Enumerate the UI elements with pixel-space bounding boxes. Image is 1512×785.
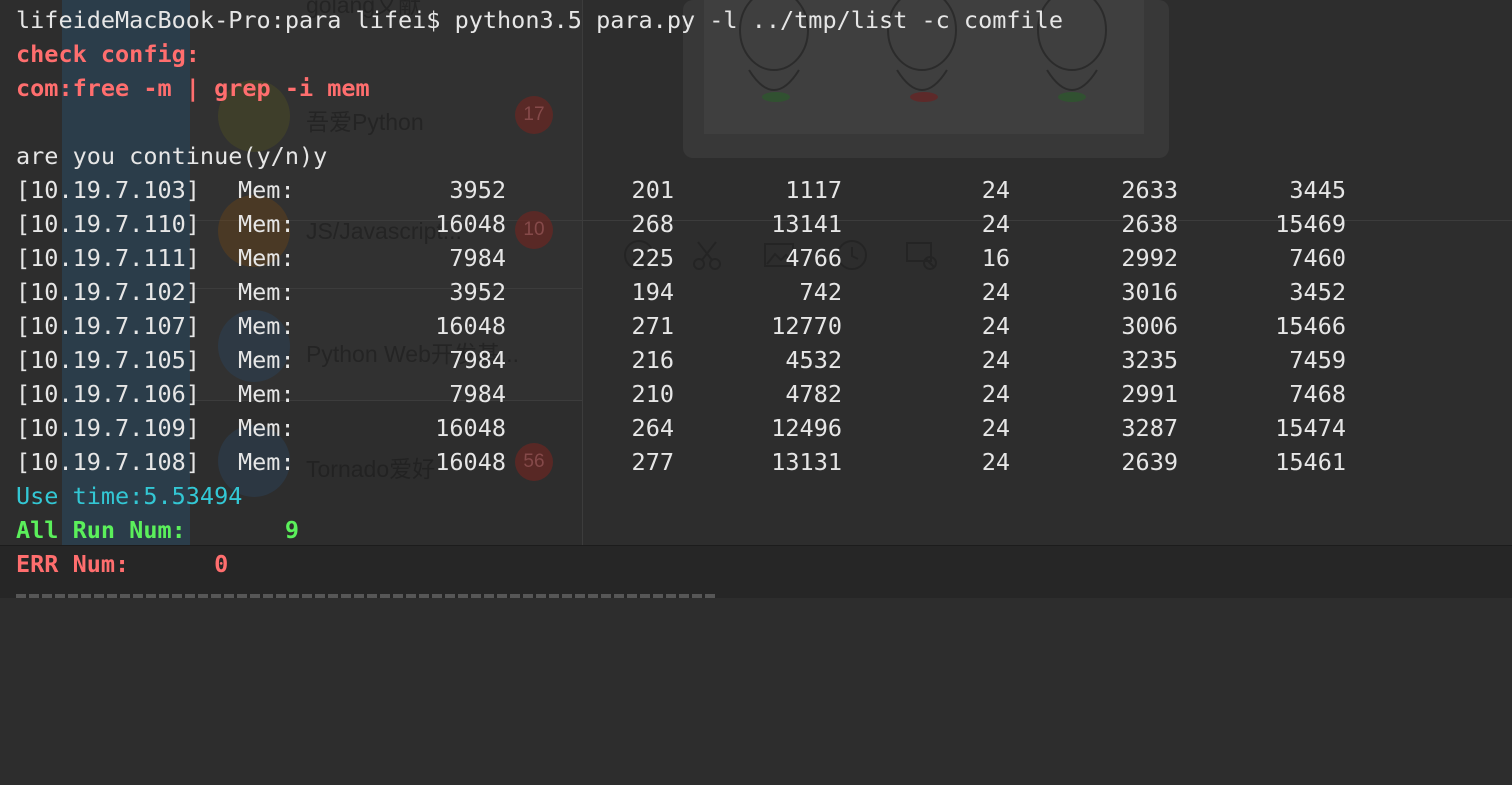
mem-free: 12770: [771, 312, 842, 340]
mem-shared: 24: [981, 448, 1010, 476]
mem-shared: 24: [981, 312, 1010, 340]
host-ip: [10.19.7.110]: [16, 210, 200, 238]
mem-used: 271: [631, 312, 674, 340]
mem-available: 7460: [1289, 244, 1346, 272]
mem-used: 268: [631, 210, 674, 238]
table-row: [10.19.7.109] Mem: 16048 264 12496 24 32…: [16, 411, 1346, 445]
mem-used: 216: [631, 346, 674, 374]
mem-buffcache: 2992: [1121, 244, 1178, 272]
all-run-num-line: All Run Num: 9: [16, 516, 299, 544]
table-row: [10.19.7.103] Mem: 3952 201 1117 24 2633…: [16, 173, 1346, 207]
check-config-line: check config:: [16, 40, 200, 68]
mem-total: 3952: [449, 278, 506, 306]
shell-prompt-line: lifeideMacBook-Pro:para lifei$ python3.5…: [16, 6, 1063, 34]
mem-used: 194: [631, 278, 674, 306]
mem-shared: 24: [981, 278, 1010, 306]
mem-available: 7459: [1289, 346, 1346, 374]
mem-buffcache: 3006: [1121, 312, 1178, 340]
table-row: [10.19.7.105] Mem: 7984 216 4532 24 3235…: [16, 343, 1346, 377]
mem-shared: 24: [981, 176, 1010, 204]
mem-free: 4532: [785, 346, 842, 374]
mem-buffcache: 3235: [1121, 346, 1178, 374]
mem-available: 15469: [1275, 210, 1346, 238]
mem-total: 16048: [435, 312, 506, 340]
background-dashes: [16, 594, 716, 598]
mem-free: 4782: [785, 380, 842, 408]
err-num-line: ERR Num: 0: [16, 550, 229, 578]
mem-used: 201: [631, 176, 674, 204]
host-ip: [10.19.7.108]: [16, 448, 200, 476]
mem-free: 1117: [785, 176, 842, 204]
mem-label: Mem:: [238, 380, 295, 408]
table-row: [10.19.7.108] Mem: 16048 277 13131 24 26…: [16, 445, 1346, 479]
mem-label: Mem:: [238, 312, 295, 340]
mem-buffcache: 2991: [1121, 380, 1178, 408]
mem-buffcache: 3287: [1121, 414, 1178, 442]
mem-label: Mem:: [238, 448, 295, 476]
mem-label: Mem:: [238, 346, 295, 374]
host-ip: [10.19.7.111]: [16, 244, 200, 272]
mem-used: 210: [631, 380, 674, 408]
mem-free: 4766: [785, 244, 842, 272]
mem-free: 12496: [771, 414, 842, 442]
mem-used: 225: [631, 244, 674, 272]
mem-available: 15461: [1275, 448, 1346, 476]
mem-buffcache: 3016: [1121, 278, 1178, 306]
host-ip: [10.19.7.109]: [16, 414, 200, 442]
mem-label: Mem:: [238, 210, 295, 238]
mem-shared: 24: [981, 346, 1010, 374]
mem-buffcache: 2633: [1121, 176, 1178, 204]
mem-buffcache: 2638: [1121, 210, 1178, 238]
mem-available: 3445: [1289, 176, 1346, 204]
mem-total: 3952: [449, 176, 506, 204]
host-ip: [10.19.7.106]: [16, 380, 200, 408]
host-ip: [10.19.7.105]: [16, 346, 200, 374]
host-ip: [10.19.7.107]: [16, 312, 200, 340]
mem-total: 16048: [435, 210, 506, 238]
table-row: [10.19.7.110] Mem: 16048 268 13141 24 26…: [16, 207, 1346, 241]
mem-buffcache: 2639: [1121, 448, 1178, 476]
host-ip: [10.19.7.102]: [16, 278, 200, 306]
mem-free: 742: [799, 278, 842, 306]
mem-total: 7984: [449, 380, 506, 408]
mem-available: 15474: [1275, 414, 1346, 442]
mem-total: 7984: [449, 244, 506, 272]
table-row: [10.19.7.107] Mem: 16048 271 12770 24 30…: [16, 309, 1346, 343]
mem-label: Mem:: [238, 278, 295, 306]
mem-total: 16048: [435, 414, 506, 442]
mem-available: 7468: [1289, 380, 1346, 408]
mem-label: Mem:: [238, 414, 295, 442]
terminal-output: lifeideMacBook-Pro:para lifei$ python3.5…: [16, 3, 1346, 581]
mem-shared: 24: [981, 380, 1010, 408]
mem-label: Mem:: [238, 244, 295, 272]
mem-free: 13141: [771, 210, 842, 238]
continue-prompt-line: are you continue(y/n)y: [16, 142, 328, 170]
mem-total: 16048: [435, 448, 506, 476]
mem-total: 7984: [449, 346, 506, 374]
mem-available: 15466: [1275, 312, 1346, 340]
host-ip: [10.19.7.103]: [16, 176, 200, 204]
mem-shared: 24: [981, 210, 1010, 238]
mem-shared: 24: [981, 414, 1010, 442]
use-time-line: Use time:5.53494: [16, 482, 243, 510]
table-row: [10.19.7.102] Mem: 3952 194 742 24 3016 …: [16, 275, 1346, 309]
table-row: [10.19.7.106] Mem: 7984 210 4782 24 2991…: [16, 377, 1346, 411]
command-line: com:free -m | grep -i mem: [16, 74, 370, 102]
mem-used: 264: [631, 414, 674, 442]
mem-label: Mem:: [238, 176, 295, 204]
mem-used: 277: [631, 448, 674, 476]
mem-shared: 16: [981, 244, 1010, 272]
mem-available: 3452: [1289, 278, 1346, 306]
memory-table: [10.19.7.103] Mem: 3952 201 1117 24 2633…: [16, 173, 1346, 479]
mem-free: 13131: [771, 448, 842, 476]
table-row: [10.19.7.111] Mem: 7984 225 4766 16 2992…: [16, 241, 1346, 275]
